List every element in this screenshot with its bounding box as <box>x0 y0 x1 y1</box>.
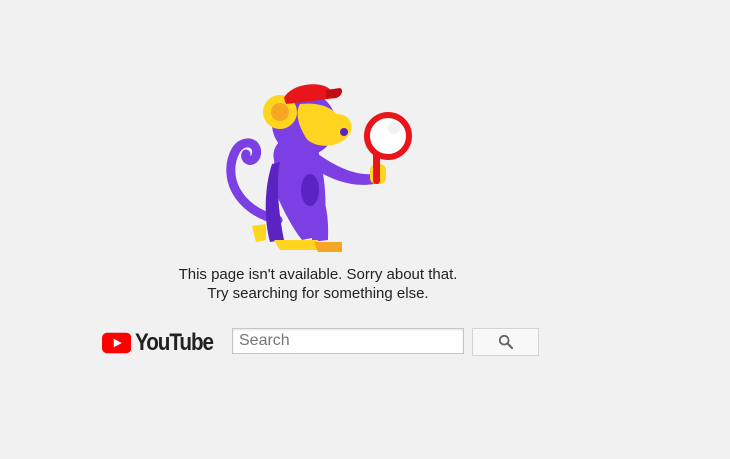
youtube-play-icon <box>102 332 132 354</box>
error-message-line-2: Try searching for something else. <box>207 285 429 302</box>
youtube-logo[interactable]: YouTube <box>102 328 226 358</box>
search-button[interactable] <box>472 328 539 356</box>
error-message: This page isn't available. Sorry about t… <box>0 265 636 303</box>
monkey-illustration <box>226 84 412 252</box>
youtube-wordmark: YouTube <box>135 329 214 356</box>
error-message-line-1: This page isn't available. Sorry about t… <box>178 266 458 283</box>
search-input[interactable] <box>232 328 464 354</box>
search-icon <box>498 334 513 350</box>
